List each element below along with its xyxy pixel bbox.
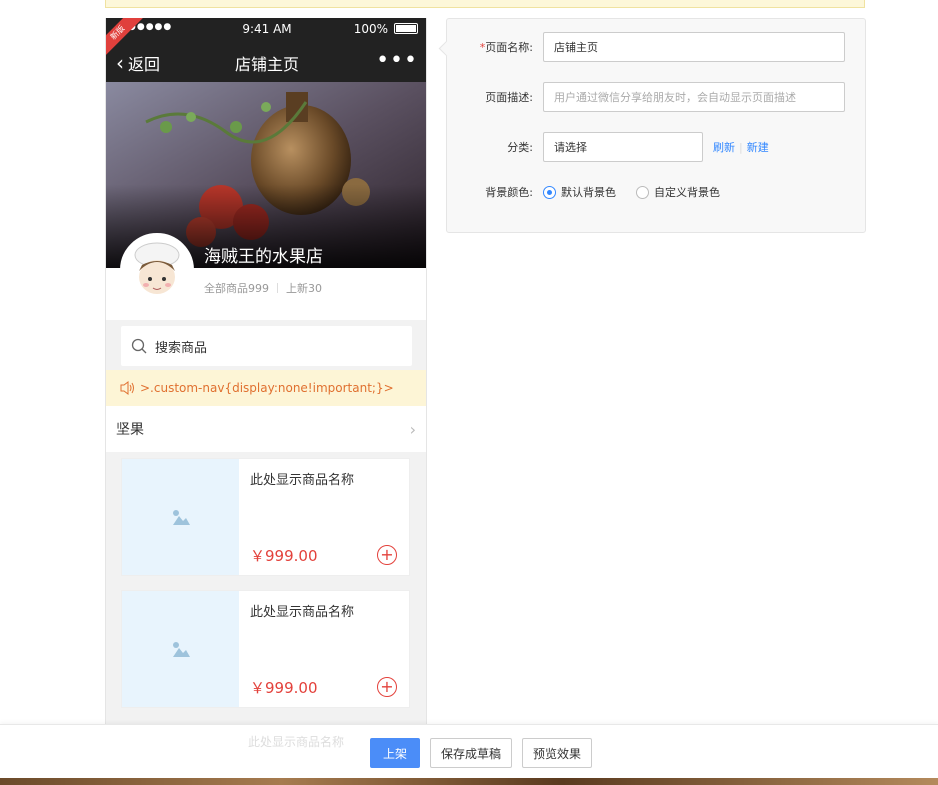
radio-default-bg[interactable]: 默认背景色 xyxy=(543,184,616,200)
search-input[interactable]: 搜索商品 xyxy=(121,326,412,366)
save-draft-button[interactable]: 保存成草稿 xyxy=(430,738,513,768)
category-links: 刷新 | 新建 xyxy=(713,139,769,155)
bg-color-label: 背景颜色: xyxy=(485,186,533,199)
shop-name: 海贼王的水果店 xyxy=(204,247,323,267)
category-select-row: 分类: 请选择 刷新 | 新建 xyxy=(447,132,867,162)
action-buttons: 上架 保存成草稿 预览效果 xyxy=(370,738,593,768)
page-desc-label: 页面描述: xyxy=(485,91,533,104)
product-image xyxy=(122,591,239,707)
status-bar: ●●●●● 9:41 AM 100% xyxy=(106,18,426,40)
speaker-icon xyxy=(120,381,134,395)
page-settings-panel: *页面名称: 店铺主页 页面描述: 用户通过微信分享给朋友时，会自动显示页面描述… xyxy=(446,18,866,233)
chevron-right-icon: › xyxy=(409,419,416,439)
radio-default-label: 默认背景色 xyxy=(561,186,616,199)
image-placeholder-icon xyxy=(172,642,190,657)
search-icon xyxy=(131,338,147,354)
product-card[interactable]: 此处显示商品名称 ￥999.00 + xyxy=(121,590,410,708)
phone-preview: 新版 ●●●●● 9:41 AM 100% ‹ 返回 店铺主页 ••• 海贼王的… xyxy=(105,18,427,738)
all-goods-count[interactable]: 全部商品999 xyxy=(204,280,269,296)
notice-bar: >.custom-nav{display:none!important;}> xyxy=(106,370,426,406)
product-price: ￥999.00 xyxy=(250,679,318,697)
image-placeholder-icon xyxy=(172,510,190,525)
bg-color-row: 背景颜色: 默认背景色 自定义背景色 xyxy=(447,177,867,207)
search-placeholder: 搜索商品 xyxy=(155,340,208,356)
radio-checked-icon xyxy=(543,185,556,199)
battery-percent: 100% xyxy=(353,22,388,36)
product-name: 此处显示商品名称 xyxy=(250,473,355,488)
category-select[interactable]: 请选择 xyxy=(543,132,703,162)
refresh-link[interactable]: 刷新 xyxy=(713,139,735,155)
add-to-cart-icon[interactable]: + xyxy=(377,545,397,565)
shop-avatar xyxy=(120,233,194,307)
page-name-label: *页面名称: xyxy=(479,41,533,54)
ghost-product-name: 此处显示商品名称 xyxy=(248,735,345,749)
publish-button[interactable]: 上架 xyxy=(370,738,421,768)
action-bar: 此处显示商品名称 上架 保存成草稿 预览效果 xyxy=(0,724,938,778)
page-desc-row: 页面描述: 用户通过微信分享给朋友时，会自动显示页面描述 xyxy=(447,82,867,112)
search-wrap: 搜索商品 xyxy=(106,320,426,370)
radio-unchecked-icon xyxy=(636,185,649,199)
bg-color-radios: 默认背景色 自定义背景色 xyxy=(543,184,720,200)
category-label: 坚果 xyxy=(116,422,144,438)
top-notice-strip xyxy=(105,0,865,8)
bottom-background-strip xyxy=(0,778,938,785)
preview-button[interactable]: 预览效果 xyxy=(522,738,593,768)
product-card[interactable]: 此处显示商品名称 ￥999.00 + xyxy=(121,458,410,576)
add-to-cart-icon[interactable]: + xyxy=(377,677,397,697)
page-name-input[interactable]: 店铺主页 xyxy=(543,32,845,62)
page-desc-input[interactable]: 用户通过微信分享给朋友时，会自动显示页面描述 xyxy=(543,82,845,112)
page-name-row: *页面名称: 店铺主页 xyxy=(447,32,867,62)
shop-stats: 全部商品999 上新30 xyxy=(204,280,322,296)
create-link[interactable]: 新建 xyxy=(747,139,769,155)
divider: | xyxy=(739,140,743,154)
radio-custom-bg[interactable]: 自定义背景色 xyxy=(636,184,720,200)
product-name: 此处显示商品名称 xyxy=(250,605,355,620)
category-select-label: 分类: xyxy=(507,141,533,154)
category-row[interactable]: 坚果 › xyxy=(106,406,426,452)
new-goods-count[interactable]: 上新30 xyxy=(286,280,322,296)
more-icon[interactable]: ••• xyxy=(376,48,418,73)
battery-icon xyxy=(394,23,418,34)
radio-custom-label: 自定义背景色 xyxy=(654,186,720,199)
notice-text: >.custom-nav{display:none!important;}> xyxy=(140,381,394,395)
product-image xyxy=(122,459,239,575)
divider xyxy=(277,283,278,293)
product-price: ￥999.00 xyxy=(250,547,318,565)
nav-bar: ‹ 返回 店铺主页 ••• xyxy=(106,40,426,82)
